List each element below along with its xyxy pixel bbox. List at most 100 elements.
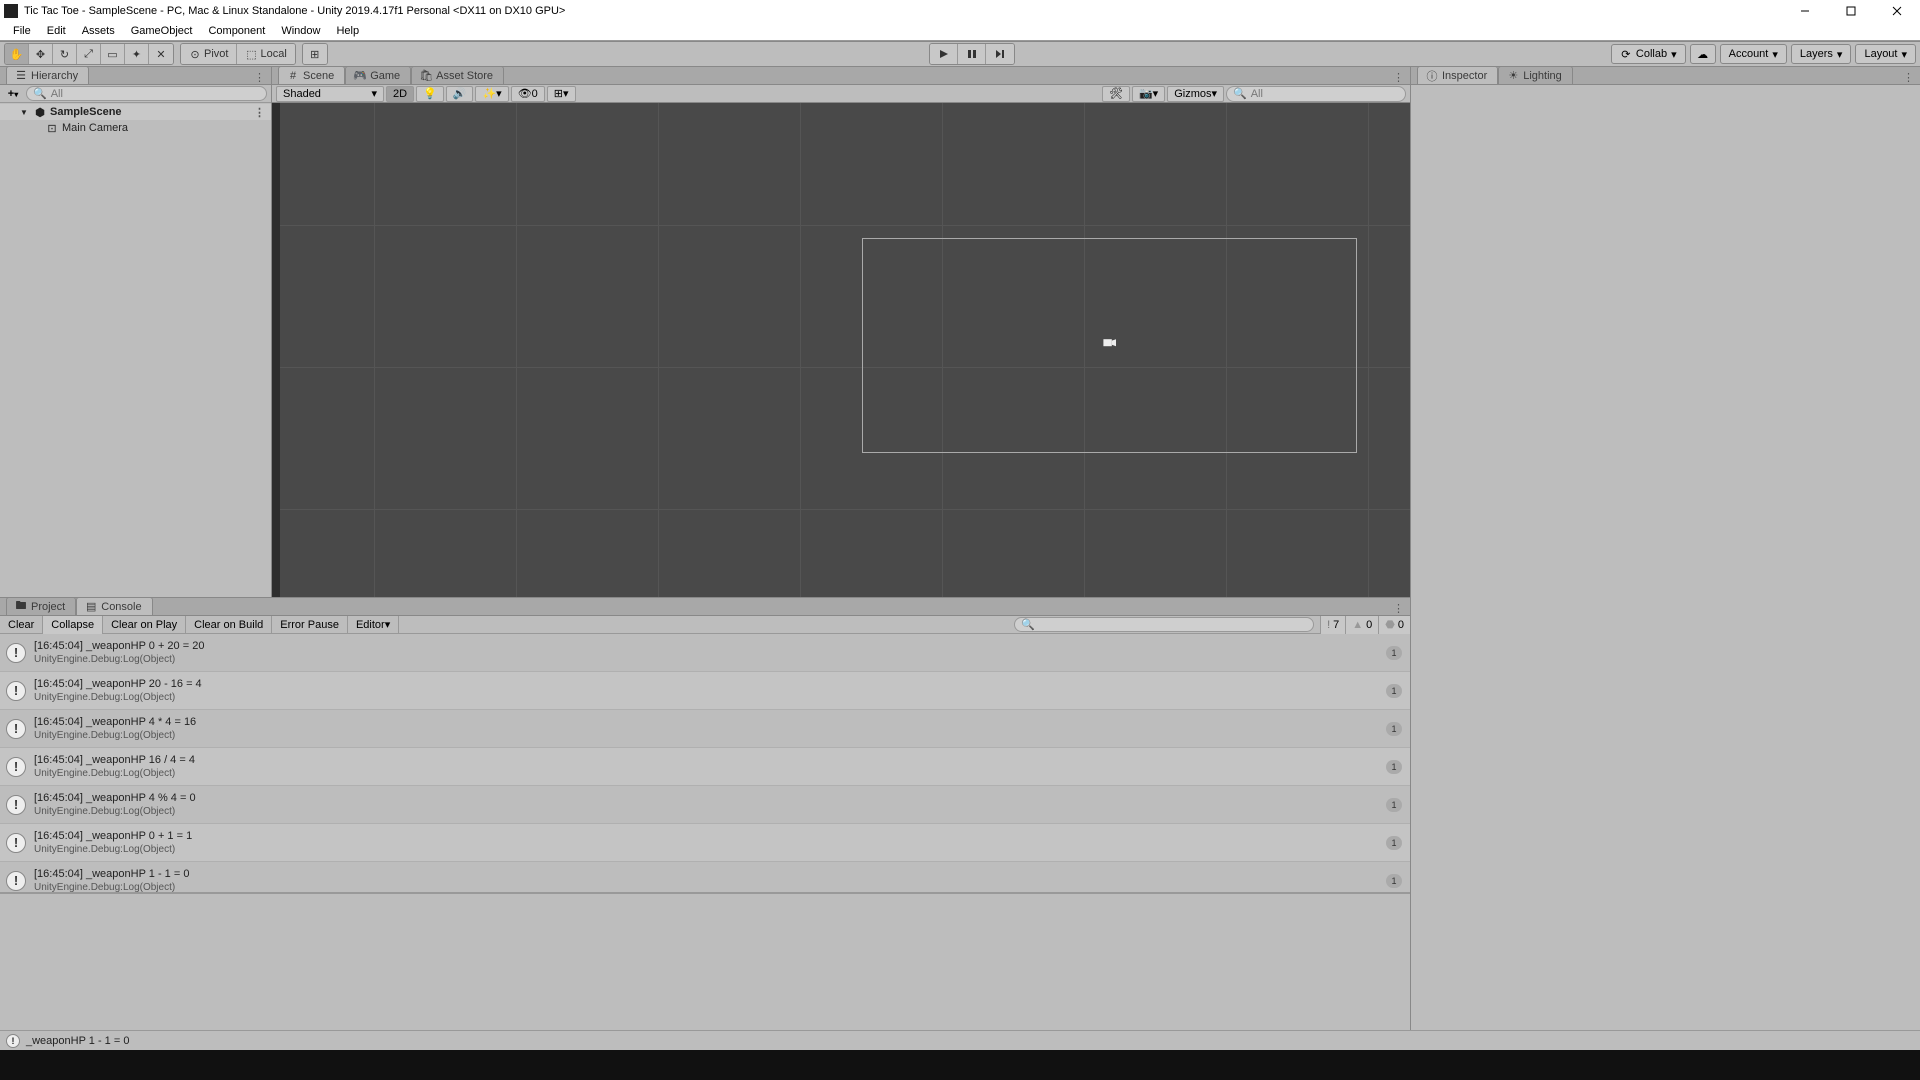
move-tool[interactable]: ✥ (29, 44, 53, 64)
scene-search[interactable]: 🔍All (1226, 86, 1406, 102)
hierarchy-search[interactable]: 🔍All (26, 86, 267, 101)
rect-tool[interactable]: ▭ (101, 44, 125, 64)
pivot-toggle[interactable]: ⊙Pivot (181, 44, 237, 64)
collapse-toggle[interactable]: Collapse (43, 616, 103, 634)
panel-options-icon[interactable]: ⋮ (1387, 71, 1410, 84)
lighting-toggle[interactable]: 💡 (416, 86, 444, 102)
tab-game[interactable]: 🎮Game (345, 66, 411, 84)
layers-dropdown[interactable]: Layers▾ (1791, 44, 1852, 64)
menu-edit[interactable]: Edit (39, 25, 74, 37)
inspector-panel: ⓘInspector ☀Lighting ⋮ (1410, 67, 1920, 1080)
menu-file[interactable]: File (5, 25, 39, 37)
hand-tool[interactable]: ✋ (5, 44, 29, 64)
log-row[interactable]: ![16:45:04] _weaponHP 1 - 1 = 0UnityEngi… (0, 862, 1410, 892)
step-button[interactable] (986, 44, 1014, 64)
pause-button[interactable] (958, 44, 986, 64)
close-button[interactable] (1874, 0, 1920, 22)
tab-inspector[interactable]: ⓘInspector (1417, 66, 1498, 84)
lightbulb-icon: 💡 (423, 87, 437, 100)
errorpause-label: Error Pause (280, 619, 339, 631)
camera-gizmo-icon[interactable] (1102, 335, 1116, 349)
rotate-tool[interactable]: ↻ (53, 44, 77, 64)
console-icon: ▤ (85, 601, 97, 613)
console-log-list[interactable]: ![16:45:04] _weaponHP 0 + 20 = 20UnityEn… (0, 634, 1410, 892)
chevron-down-icon: ▾ (371, 87, 377, 100)
log-row[interactable]: ![16:45:04] _weaponHP 20 - 16 = 4UnityEn… (0, 672, 1410, 710)
lighting-tab-label: Lighting (1523, 70, 1562, 82)
console-toolbar: Clear Collapse Clear on Play Clear on Bu… (0, 616, 1410, 634)
collab-button[interactable]: ⟳Collab▾ (1611, 44, 1686, 64)
gizmos-label: Gizmos (1174, 88, 1211, 100)
2d-toggle[interactable]: 2D (386, 86, 414, 102)
log-source: UnityEngine.Debug:Log(Object) (34, 729, 1378, 742)
tab-hierarchy[interactable]: ☰Hierarchy (6, 66, 89, 84)
transform-tool[interactable]: ✦ (125, 44, 149, 64)
custom-tool[interactable]: ✕ (149, 44, 173, 64)
menu-component[interactable]: Component (200, 25, 273, 37)
tab-project[interactable]: 🖿Project (6, 597, 76, 615)
editor-dropdown[interactable]: Editor ▾ (348, 616, 399, 634)
minimize-button[interactable] (1782, 0, 1828, 22)
create-dropdown[interactable]: +▾ (4, 88, 22, 100)
log-row[interactable]: ![16:45:04] _weaponHP 16 / 4 = 4UnityEng… (0, 748, 1410, 786)
play-button[interactable] (930, 44, 958, 64)
pivot-local-group: ⊙Pivot ⬚Local (180, 43, 296, 65)
layout-dropdown[interactable]: Layout▾ (1855, 44, 1916, 64)
list-icon: ☰ (15, 70, 27, 82)
console-detail (0, 892, 1410, 1030)
inspector-tab-label: Inspector (1442, 70, 1487, 82)
draw-mode-dropdown[interactable]: Shaded▾ (276, 86, 384, 102)
hidden-toggle[interactable]: 👁0 (511, 86, 545, 102)
scene-row[interactable]: ▼ ⬢ SampleScene ⋮ (0, 104, 271, 120)
log-count-badge: 1 (1386, 684, 1402, 698)
collab-icon: ⟳ (1620, 48, 1632, 60)
account-dropdown[interactable]: Account▾ (1720, 44, 1787, 64)
menu-gameobject[interactable]: GameObject (123, 25, 201, 37)
hierarchy-item[interactable]: ⊡ Main Camera (0, 120, 271, 136)
clear-button[interactable]: Clear (0, 616, 43, 634)
clear-on-play-toggle[interactable]: Clear on Play (103, 616, 186, 634)
log-row[interactable]: ![16:45:04] _weaponHP 0 + 20 = 20UnityEn… (0, 634, 1410, 672)
camera-icon: ⊡ (46, 122, 58, 134)
scale-tool[interactable]: ⤢ (77, 44, 101, 64)
error-pause-toggle[interactable]: Error Pause (272, 616, 348, 634)
menu-assets[interactable]: Assets (74, 25, 123, 37)
menu-window[interactable]: Window (273, 25, 328, 37)
chevron-down-icon: ▾ (1901, 48, 1907, 61)
maximize-button[interactable] (1828, 0, 1874, 22)
console-search[interactable]: 🔍 (1014, 617, 1314, 632)
fx-toggle[interactable]: ✨▾ (475, 86, 508, 102)
tab-assetstore[interactable]: 🛍Asset Store (411, 66, 504, 84)
taskbar-area (0, 1050, 1920, 1080)
tools-toggle[interactable]: 🛠 (1102, 86, 1130, 102)
camera-settings[interactable]: 📷▾ (1132, 86, 1165, 102)
local-toggle[interactable]: ⬚Local (237, 44, 294, 64)
panel-options-icon[interactable]: ⋮ (1897, 71, 1920, 84)
panel-options-icon[interactable]: ⋮ (1387, 602, 1410, 615)
error-count-toggle[interactable]: ⬣0 (1378, 616, 1410, 634)
log-source: UnityEngine.Debug:Log(Object) (34, 767, 1378, 780)
cloud-button[interactable]: ☁ (1690, 44, 1716, 64)
tab-scene[interactable]: #Scene (278, 66, 345, 84)
audio-toggle[interactable]: 🔊 (446, 86, 474, 102)
scene-toolbar: Shaded▾ 2D 💡 🔊 ✨▾ 👁0 ⊞▾ 🛠 📷▾ Gizmos▾ 🔍Al… (272, 85, 1410, 103)
transform-tools: ✋ ✥ ↻ ⤢ ▭ ✦ ✕ (4, 43, 174, 65)
tab-lighting[interactable]: ☀Lighting (1498, 66, 1573, 84)
chevron-down-icon: ▾ (1837, 48, 1843, 61)
expand-arrow-icon[interactable]: ▼ (20, 108, 30, 117)
tab-console[interactable]: ▤Console (76, 597, 152, 615)
panel-options-icon[interactable]: ⋮ (248, 71, 271, 84)
gizmos-dropdown[interactable]: Gizmos▾ (1167, 86, 1224, 102)
log-row[interactable]: ![16:45:04] _weaponHP 4 % 4 = 0UnityEngi… (0, 786, 1410, 824)
chevron-down-icon: ▾ (385, 618, 391, 631)
grid-toggle[interactable]: ⊞▾ (547, 86, 576, 102)
log-row[interactable]: ![16:45:04] _weaponHP 0 + 1 = 1UnityEngi… (0, 824, 1410, 862)
snap-toggle[interactable]: ⊞ (303, 44, 327, 64)
row-options-icon[interactable]: ⋮ (254, 106, 271, 119)
log-row[interactable]: ![16:45:04] _weaponHP 4 * 4 = 16UnityEng… (0, 710, 1410, 748)
info-count-toggle[interactable]: !7 (1320, 616, 1345, 634)
clear-on-build-toggle[interactable]: Clear on Build (186, 616, 272, 634)
warn-count-toggle[interactable]: ▲0 (1345, 616, 1378, 634)
menu-help[interactable]: Help (328, 25, 367, 37)
snap-group: ⊞ (302, 43, 328, 65)
